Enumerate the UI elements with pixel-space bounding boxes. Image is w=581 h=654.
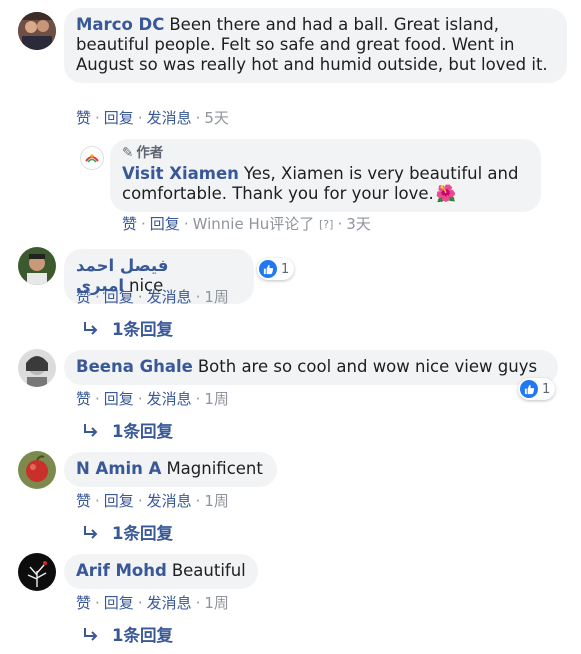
reply-arrow-icon [84, 424, 98, 437]
comment-author[interactable]: Beena Ghale [76, 357, 193, 376]
view-replies-link[interactable]: 1条回复 [82, 524, 173, 544]
reply-bubble: ✎ 作者 Visit Xiamen Yes, Xiamen is very beau… [110, 139, 541, 212]
reaction-count: 1 [542, 381, 551, 397]
message-link[interactable]: 发消息 [147, 492, 192, 510]
timestamp[interactable]: 1周 [204, 390, 229, 408]
pencil-icon: ✎ [122, 145, 134, 161]
comment-text: Both are so cool and wow nice view guys [197, 357, 538, 376]
comment-author[interactable]: Arif Mohd [76, 561, 167, 580]
comment-author[interactable]: Marco DC [76, 15, 164, 34]
comment-text: Beautiful [171, 561, 246, 580]
reply-arrow-icon [84, 628, 98, 641]
comment-actions: 赞 · 回复 · 发消息 · 1周 [76, 492, 229, 510]
avatar[interactable] [18, 451, 56, 489]
avatar[interactable] [18, 553, 56, 591]
message-link[interactable]: 发消息 [147, 109, 192, 127]
help-link[interactable]: [?] [319, 218, 333, 231]
reply-link[interactable]: 回复 [104, 594, 134, 612]
reply-author[interactable]: Visit Xiamen [122, 164, 239, 183]
like-link[interactable]: 赞 [122, 215, 137, 233]
comment-bubble: Arif Mohd Beautiful [64, 554, 258, 589]
thumbs-up-icon [520, 380, 538, 398]
reply-link[interactable]: 回复 [104, 492, 134, 510]
view-replies-link[interactable]: 1条回复 [82, 320, 173, 340]
reply-link[interactable]: 回复 [104, 109, 134, 127]
avatar[interactable] [18, 349, 56, 387]
reply-actions: 赞 · 回复 · Winnie Hu评论了 [?] · 3天 [122, 215, 371, 233]
avatar[interactable] [18, 247, 56, 285]
timestamp[interactable]: 1周 [204, 492, 229, 510]
timestamp[interactable]: 1周 [204, 288, 229, 306]
reply-link[interactable]: 回复 [104, 288, 134, 306]
view-replies-link[interactable]: 1条回复 [82, 422, 173, 442]
reply-link[interactable]: 回复 [150, 215, 180, 233]
like-link[interactable]: 赞 [76, 109, 91, 127]
comment-bubble: Marco DC Been there and had a ball. Great… [64, 8, 567, 83]
page-avatar[interactable] [80, 146, 104, 170]
timestamp[interactable]: 3天 [346, 215, 371, 233]
comment-bubble: N Amin A Magnificent [64, 452, 277, 487]
reaction-count: 1 [281, 261, 290, 277]
like-link[interactable]: 赞 [76, 492, 91, 510]
reply-arrow-icon [84, 526, 98, 539]
message-link[interactable]: 发消息 [147, 390, 192, 408]
message-link[interactable]: 发消息 [147, 594, 192, 612]
comment-text: Magnificent [166, 459, 263, 478]
reaction-badge[interactable]: 1 [518, 378, 556, 400]
comment-bubble: Beena Ghale Both are so cool and wow nice… [64, 350, 558, 385]
comment-actions: 赞 · 回复 · 发消息 · 1周 [76, 594, 229, 612]
hibiscus-emoji-icon: 🌺 [435, 184, 457, 203]
replied-by-text: Winnie Hu评论了 [192, 215, 315, 233]
comment-actions: 赞 · 回复 · 发消息 · 1周 [76, 288, 229, 306]
view-replies-link[interactable]: 1条回复 [82, 626, 173, 646]
reaction-badge[interactable]: 1 [257, 258, 295, 280]
message-link[interactable]: 发消息 [147, 288, 192, 306]
like-link[interactable]: 赞 [76, 288, 91, 306]
reply-arrow-icon [84, 322, 98, 335]
comment-actions: 赞 · 回复 · 发消息 · 5天 [76, 109, 229, 127]
reply-link[interactable]: 回复 [104, 390, 134, 408]
timestamp[interactable]: 5天 [204, 109, 229, 127]
comment-author[interactable]: N Amin A [76, 459, 161, 478]
like-link[interactable]: 赞 [76, 594, 91, 612]
like-link[interactable]: 赞 [76, 390, 91, 408]
timestamp[interactable]: 1周 [204, 594, 229, 612]
thumbs-up-icon [259, 260, 277, 278]
author-tag: ✎ 作者 [122, 145, 164, 161]
comment-actions: 赞 · 回复 · 发消息 · 1周 [76, 390, 229, 408]
avatar[interactable] [18, 12, 56, 50]
